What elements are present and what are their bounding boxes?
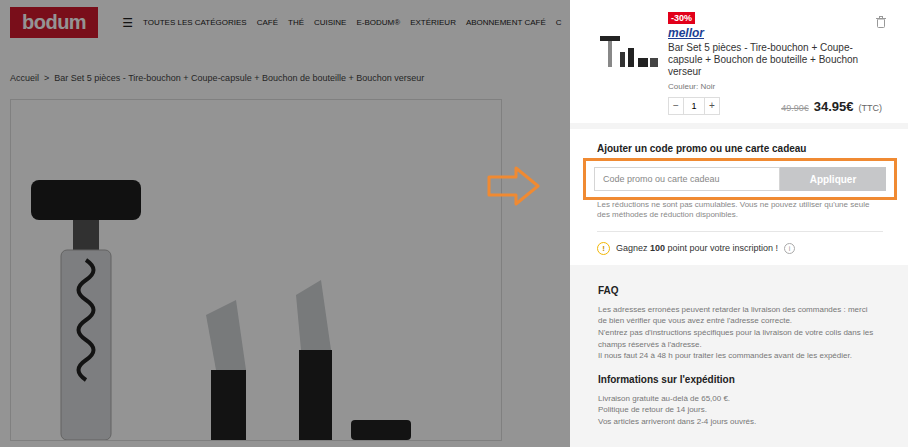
product-color: Couleur: Noir: [668, 82, 715, 91]
points-icon: !: [597, 242, 610, 255]
brand-link[interactable]: mellor: [668, 26, 704, 40]
discount-badge: -30%: [668, 12, 695, 24]
cart-drawer: -30% mellor Bar Set 5 pièces - Tire-bouc…: [570, 0, 908, 447]
old-price: 49.90€: [781, 103, 809, 113]
faq-paragraph: N'entrez pas d'instructions spécifiques …: [598, 327, 878, 350]
increase-button[interactable]: +: [705, 98, 719, 114]
promo-note: Les réductions ne sont pas cumulables. V…: [583, 200, 897, 221]
current-price: 34.95€: [814, 99, 854, 114]
promo-input[interactable]: [594, 167, 780, 191]
points-text: Gagnez 100 point pour votre inscription …: [616, 243, 778, 253]
product-thumbnail-icon: [598, 30, 660, 74]
shipping-line: Vos articles arriveront dans 2-4 jours o…: [598, 416, 878, 428]
points-row: ! Gagnez 100 point pour votre inscriptio…: [597, 231, 883, 255]
quantity-stepper: − 1 +: [668, 97, 720, 115]
product-page: bodum ☰ TOUTES LES CATÉGORIESCAFÉTHÉCUIS…: [0, 0, 570, 447]
screen: bodum ☰ TOUTES LES CATÉGORIESCAFÉTHÉCUIS…: [0, 0, 908, 447]
apply-button[interactable]: Appliquer: [780, 167, 886, 191]
decrease-button[interactable]: −: [669, 98, 683, 114]
promo-title: Ajouter un code promo ou une carte cadea…: [583, 143, 897, 154]
promo-highlight: Appliquer: [583, 158, 897, 200]
shipping-line: Livraison gratuite au-delà de 65,00 €.: [598, 393, 878, 405]
info-icon[interactable]: i: [784, 243, 795, 254]
price: 49.90€ 34.95€ (TTC): [781, 99, 882, 114]
quantity-field[interactable]: 1: [683, 98, 705, 114]
shipping-line: Politique de retour de 14 jours.: [598, 404, 878, 416]
faq-paragraph: Il nous faut 24 à 48 h pour traiter les …: [598, 350, 878, 362]
tax-label: (TTC): [859, 103, 883, 113]
promo-form: Appliquer: [594, 167, 886, 191]
faq-section: FAQ Les adresses erronées peuvent retard…: [570, 271, 908, 438]
arrow-icon: [486, 165, 542, 207]
faq-paragraph: Les adresses erronées peuvent retarder l…: [598, 304, 878, 327]
faq-title: FAQ: [598, 285, 878, 296]
trash-icon[interactable]: [876, 16, 886, 28]
shipping-title: Informations sur l'expédition: [598, 374, 878, 385]
page-overlay[interactable]: [0, 0, 570, 447]
cart-item: -30% mellor Bar Set 5 pièces - Tire-bouc…: [570, 0, 908, 123]
product-name[interactable]: Bar Set 5 pièces - Tire-bouchon + Coupe-…: [668, 42, 882, 78]
promo-section: Ajouter un code promo ou une carte cadea…: [570, 129, 908, 265]
